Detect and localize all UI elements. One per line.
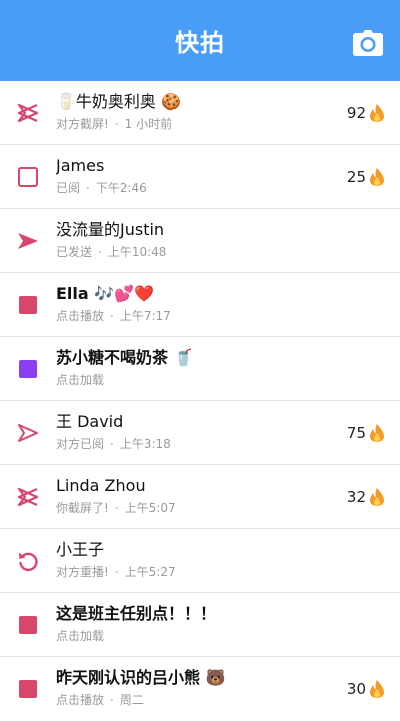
list-item[interactable]: 这是班主任别点！！！ 点击加载 <box>0 593 400 657</box>
status-line: 对方重播! · 上午5:27 <box>56 565 176 579</box>
contact-name: James <box>56 156 105 175</box>
list-item[interactable]: 昨天刚认识的吕小熊 🐻 点击播放 · 周二 30 <box>0 657 400 721</box>
streak-counter: 25 <box>347 167 386 187</box>
contact-name: 没流量的Justin <box>56 220 165 239</box>
timestamp: 上午10:48 <box>107 245 167 259</box>
status-line: 已阅 · 下午2:46 <box>56 181 147 195</box>
list-item[interactable]: James 已阅 · 下午2:46 25 <box>0 145 400 209</box>
timestamp: 1 小时前 <box>124 117 173 131</box>
timestamp: 上午7:17 <box>119 309 171 323</box>
streak-count: 25 <box>346 167 366 186</box>
list-item[interactable]: 🥛牛奶奥利奥 🍪 对方截屏! · 1 小时前 92 <box>0 81 400 145</box>
header-bar: 快拍 <box>0 0 400 81</box>
fire-icon <box>370 103 384 122</box>
camera-button[interactable] <box>352 30 384 56</box>
contact-name: Linda Zhou <box>56 476 146 495</box>
contact-name: 小王子 <box>56 540 105 559</box>
screenshot-icon <box>16 485 40 509</box>
camera-icon <box>353 30 383 56</box>
replay-icon <box>16 549 40 573</box>
fire-icon <box>370 487 384 506</box>
status-text: 你截屏了! <box>56 501 109 515</box>
list-item[interactable]: 苏小糖不喝奶茶 🥤 点击加载 <box>0 337 400 401</box>
fire-icon <box>370 167 384 186</box>
list-item[interactable]: 没流量的Justin 已发送 · 上午10:48 <box>0 209 400 273</box>
status-text: 点击加载 <box>56 629 105 643</box>
opened-arrow-icon <box>16 421 40 445</box>
streak-count: 32 <box>346 487 366 506</box>
streak-counter: 30 <box>347 679 386 699</box>
status-line: 点击播放 · 周二 <box>56 693 144 707</box>
contact-name: 🥛牛奶奥利奥 🍪 <box>56 92 181 111</box>
contact-name: 这是班主任别点！！！ <box>56 604 217 623</box>
snap-list: 🥛牛奶奥利奥 🍪 对方截屏! · 1 小时前 92 James 已阅 · 下午2:46 … <box>0 81 400 721</box>
list-item[interactable]: Linda Zhou 你截屏了! · 上午5:07 32 <box>0 465 400 529</box>
sent-arrow-icon <box>16 229 40 253</box>
status-text: 对方已阅 <box>56 437 105 451</box>
streak-counter: 75 <box>347 423 386 443</box>
streak-count: 30 <box>346 680 366 698</box>
timestamp: 周二 <box>119 693 144 707</box>
status-line: 点击加载 <box>56 628 330 644</box>
status-line: 点击播放 · 上午7:17 <box>56 309 171 323</box>
contact-name: Ella 🎶💕❤️ <box>56 284 155 303</box>
list-item[interactable]: Ella 🎶💕❤️ 点击播放 · 上午7:17 <box>0 273 400 337</box>
streak-counter: 32 <box>347 487 386 507</box>
streak-counter: 92 <box>347 103 386 123</box>
streak-count: 92 <box>346 103 366 122</box>
timestamp: 下午2:46 <box>95 181 147 195</box>
screenshot-icon <box>16 101 40 125</box>
status-line: 对方截屏! · 1 小时前 <box>56 117 173 131</box>
unopened-square-icon <box>16 677 40 701</box>
status-text: 点击加载 <box>56 373 105 387</box>
timestamp: 上午5:07 <box>124 501 176 515</box>
page-title: 快拍 <box>175 29 225 57</box>
status-line: 你截屏了! · 上午5:07 <box>56 501 176 515</box>
status-text: 点击播放 <box>56 309 105 323</box>
unopened-purple-square-icon <box>16 357 40 381</box>
status-text: 对方重播! <box>56 565 109 579</box>
status-line: 已发送 · 上午10:48 <box>56 245 167 259</box>
timestamp: 上午5:27 <box>124 565 176 579</box>
fire-icon <box>370 423 384 442</box>
fire-icon <box>370 680 384 698</box>
contact-name: 王 David <box>56 412 124 431</box>
streak-count: 75 <box>346 423 366 442</box>
timestamp: 上午3:18 <box>119 437 171 451</box>
status-text: 点击播放 <box>56 693 105 707</box>
contact-name: 昨天刚认识的吕小熊 🐻 <box>56 668 226 687</box>
status-text: 对方截屏! <box>56 117 109 131</box>
status-line: 对方已阅 · 上午3:18 <box>56 437 171 451</box>
opened-square-icon <box>16 165 40 189</box>
status-text: 已阅 <box>56 181 81 195</box>
status-line: 点击加载 <box>56 372 330 388</box>
contact-name: 苏小糖不喝奶茶 🥤 <box>56 348 194 367</box>
status-text: 已发送 <box>56 245 93 259</box>
unopened-square-icon <box>16 613 40 637</box>
unopened-square-icon <box>16 293 40 317</box>
list-item[interactable]: 王 David 对方已阅 · 上午3:18 75 <box>0 401 400 465</box>
list-item[interactable]: 小王子 对方重播! · 上午5:27 <box>0 529 400 593</box>
